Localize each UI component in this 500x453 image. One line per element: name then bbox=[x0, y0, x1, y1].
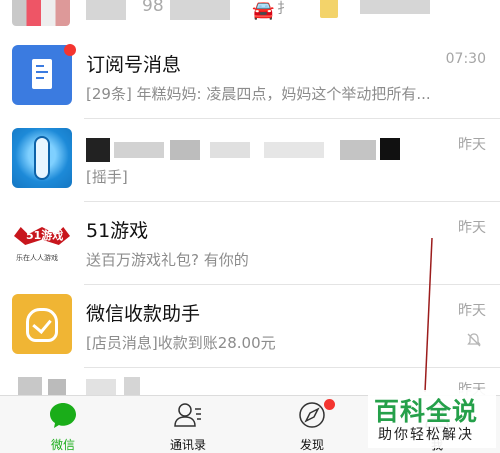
contacts-icon bbox=[174, 403, 201, 427]
tab-discover[interactable]: 发现 bbox=[267, 396, 357, 453]
discover-badge-dot bbox=[324, 399, 335, 410]
tab-chats[interactable]: 微信 bbox=[18, 396, 108, 453]
tab-contacts[interactable]: 通讯录 bbox=[143, 396, 233, 453]
compass-icon bbox=[299, 402, 325, 428]
watermark-title: 百科全说 bbox=[374, 397, 479, 426]
tab-label: 发现 bbox=[299, 438, 324, 452]
tab-label: 通讯录 bbox=[169, 438, 206, 452]
tab-label: 微信 bbox=[50, 438, 75, 452]
chat-bubble-icon bbox=[50, 403, 76, 428]
annotation-line bbox=[424, 237, 433, 393]
watermark: 百科全说 助你轻松解决 bbox=[368, 390, 496, 448]
watermark-subtitle: 助你轻松解决 bbox=[378, 427, 474, 443]
